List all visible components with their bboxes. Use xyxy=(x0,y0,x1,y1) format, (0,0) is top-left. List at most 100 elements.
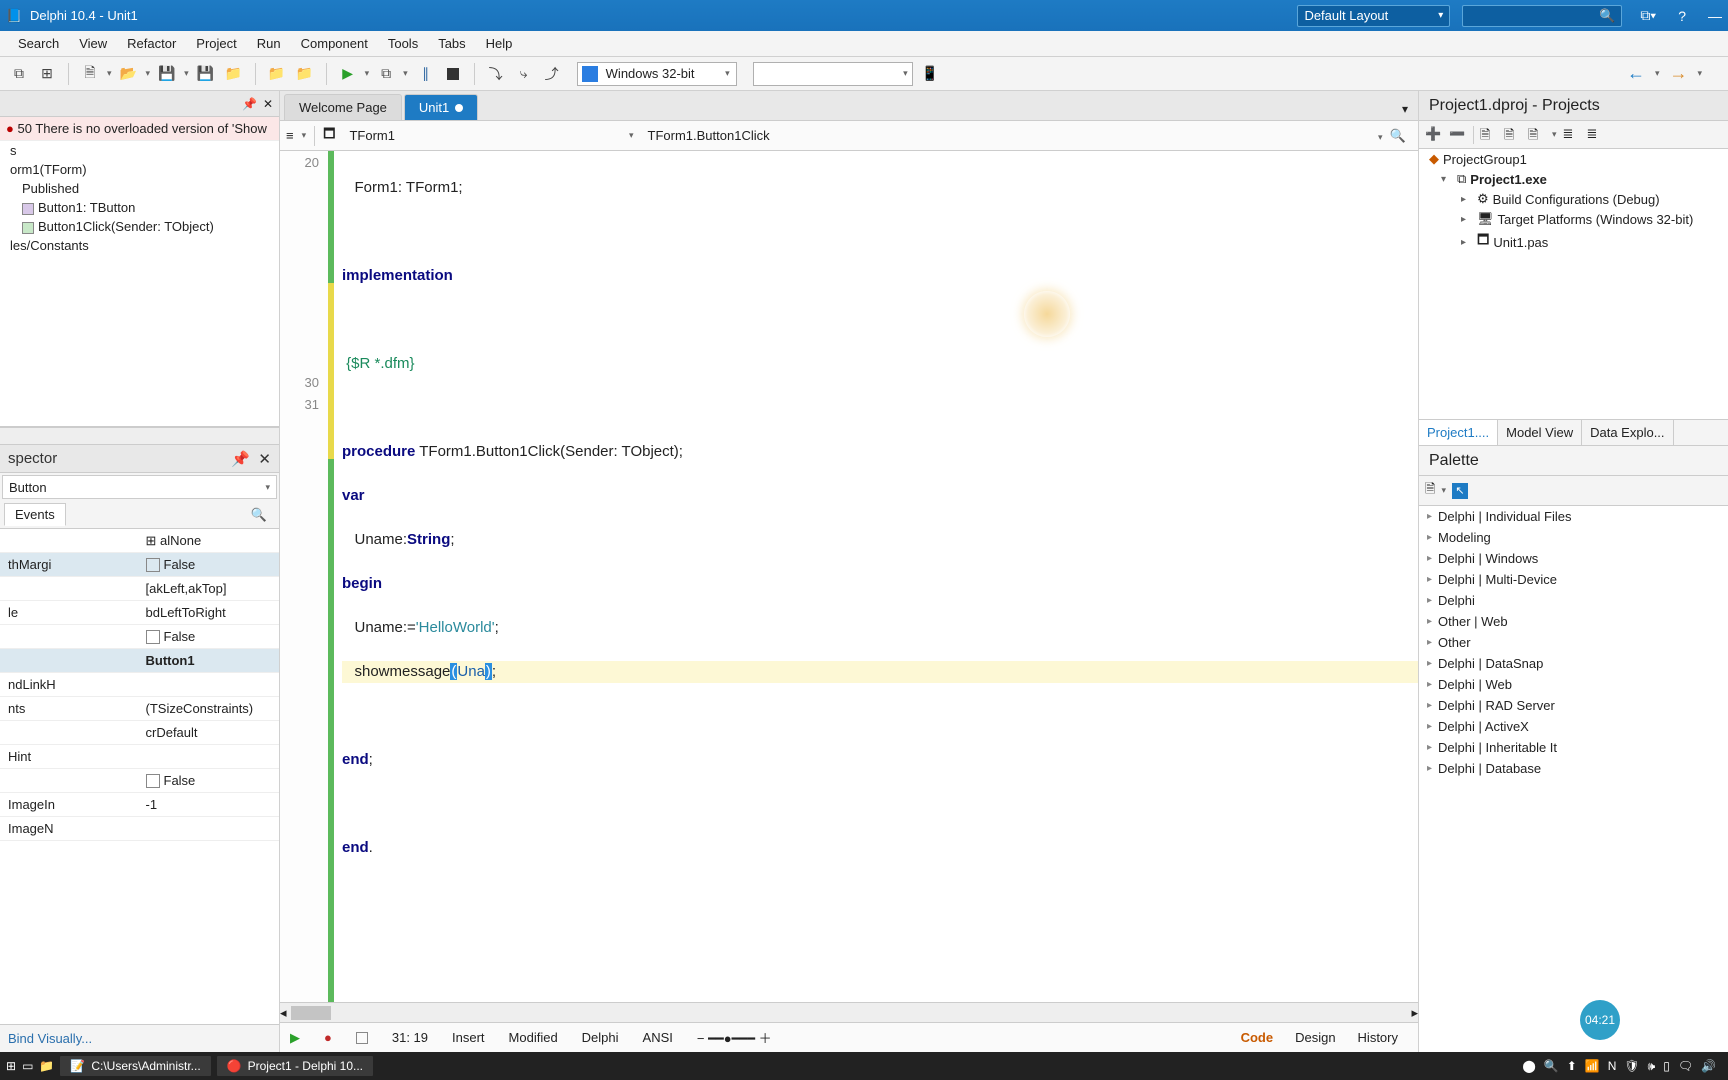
proj-icon[interactable]: 🗎 xyxy=(1504,126,1522,144)
menu-tabs[interactable]: Tabs xyxy=(428,33,475,54)
zoom-control[interactable]: − ━━●━━━ ＋ xyxy=(697,1028,772,1047)
palette-cat[interactable]: ▸Delphi | Web xyxy=(1419,674,1728,695)
file-explorer-icon[interactable]: 📁 xyxy=(39,1059,54,1073)
step-over-icon[interactable]: ⤵ xyxy=(485,63,507,85)
prop-row[interactable]: nts(TSizeConstraints) xyxy=(0,697,279,721)
save-all-icon[interactable]: 💾 xyxy=(195,63,217,85)
platform-selector[interactable]: Windows 32-bit ▾ xyxy=(577,62,737,86)
tray-icon[interactable]: 🕪 xyxy=(1648,1059,1656,1074)
open-project-icon[interactable]: 📁 xyxy=(223,63,245,85)
palette-cat[interactable]: ▸Delphi | RAD Server xyxy=(1419,695,1728,716)
menu-search[interactable]: Search xyxy=(8,33,69,54)
prop-row[interactable]: crDefault xyxy=(0,721,279,745)
nav-forward-icon[interactable]: → xyxy=(1669,63,1687,84)
palette-cat[interactable]: ▸Delphi | Individual Files xyxy=(1419,506,1728,527)
prop-row[interactable]: ⊞ alNone xyxy=(0,529,279,553)
proj-icon[interactable]: ≣ xyxy=(1587,126,1605,144)
editor-scroll-horizontal[interactable]: ◂▸ xyxy=(280,1002,1418,1022)
prop-row[interactable]: False xyxy=(0,625,279,649)
structure-error[interactable]: ● 50 There is no overloaded version of '… xyxy=(0,117,279,141)
toggle-form-icon[interactable]: ⊞ xyxy=(36,63,58,85)
checkbox-icon[interactable] xyxy=(146,630,160,644)
palette-cat[interactable]: ▸Delphi | Windows xyxy=(1419,548,1728,569)
tab-project[interactable]: Project1.... xyxy=(1419,420,1498,445)
stop-button[interactable] xyxy=(442,63,464,85)
minimize-button[interactable]: — xyxy=(1708,8,1722,24)
run-button[interactable]: ▶ xyxy=(337,63,359,85)
palette-cat[interactable]: ▸Other | Web xyxy=(1419,611,1728,632)
open-icon[interactable]: 📂 xyxy=(118,63,140,85)
palette-cat[interactable]: ▸Delphi | Database xyxy=(1419,758,1728,779)
menu-tools[interactable]: Tools xyxy=(378,33,428,54)
tray-icon[interactable]: 🛡 xyxy=(1624,1059,1639,1073)
prop-row[interactable]: ndLinkH xyxy=(0,673,279,697)
tree-build[interactable]: ▸⚙Build Configurations (Debug) xyxy=(1419,189,1728,209)
code-area[interactable]: Form1: TForm1; implementation {$R *.dfm}… xyxy=(334,151,1418,1002)
pin-icon[interactable]: 📌 xyxy=(231,451,250,468)
add-folder-icon[interactable]: 📁 xyxy=(294,63,316,85)
tab-model[interactable]: Model View xyxy=(1498,420,1582,445)
prop-row[interactable]: ImageN xyxy=(0,817,279,841)
inspector-search-icon[interactable]: 🔍 xyxy=(251,507,275,523)
step-into-icon[interactable]: ⤷ xyxy=(513,63,535,85)
menu-view[interactable]: View xyxy=(69,33,117,54)
macro-record-icon[interactable]: ● xyxy=(324,1030,332,1045)
structure-button1[interactable]: Button1: TButton xyxy=(0,198,279,217)
palette-cat[interactable]: ▸Delphi xyxy=(1419,590,1728,611)
device-selector[interactable]: ▾ xyxy=(753,62,913,86)
class-selector[interactable]: TForm1 xyxy=(343,126,401,145)
tab-welcome[interactable]: Welcome Page xyxy=(284,94,402,120)
close-icon[interactable]: ✕ xyxy=(263,97,273,111)
view-unit-icon[interactable]: ⧉ xyxy=(8,63,30,85)
menu-run[interactable]: Run xyxy=(247,33,291,54)
tray-icon[interactable]: ⬤ xyxy=(1522,1059,1535,1073)
search-icon[interactable]: 🔍 xyxy=(1390,128,1406,143)
menu-component[interactable]: Component xyxy=(291,33,378,54)
proj-icon[interactable]: 🗎 xyxy=(1480,126,1498,144)
macro-play-icon[interactable]: ▶ xyxy=(290,1030,300,1046)
bind-visually-link[interactable]: Bind Visually... xyxy=(0,1024,279,1052)
structure-button1click[interactable]: Button1Click(Sender: TObject) xyxy=(0,217,279,236)
prop-row[interactable]: Hint xyxy=(0,745,279,769)
tab-dataexplorer[interactable]: Data Explo... xyxy=(1582,420,1673,445)
palette-filter-icon[interactable]: 🗎 xyxy=(1425,480,1435,502)
macro-stop-icon[interactable] xyxy=(356,1032,368,1044)
tray-icon[interactable]: 🗨 xyxy=(1678,1059,1693,1073)
save-icon[interactable]: 💾 xyxy=(156,63,178,85)
layout-selector[interactable]: Default Layout ▾ xyxy=(1297,5,1450,27)
method-selector[interactable]: TForm1.Button1Click xyxy=(642,126,776,145)
tabs-dropdown-icon[interactable]: ▾ xyxy=(1392,98,1418,120)
palette-cat[interactable]: ▸Delphi | ActiveX xyxy=(1419,716,1728,737)
remove-project-icon[interactable]: ➖ xyxy=(1449,126,1467,144)
menu-refactor[interactable]: Refactor xyxy=(117,33,186,54)
start-button[interactable]: ⊞ xyxy=(6,1059,16,1073)
title-search-box[interactable]: 🔍 xyxy=(1462,5,1622,27)
palette-cat[interactable]: ▸Modeling xyxy=(1419,527,1728,548)
proj-icon[interactable]: ≣ xyxy=(1563,126,1581,144)
tray-icon[interactable]: 🔍 xyxy=(1544,1059,1559,1073)
prop-row[interactable]: False xyxy=(0,769,279,793)
taskbar-sublime[interactable]: 📝C:\Users\Administr... xyxy=(60,1056,210,1076)
desktop-icon[interactable]: ⧉▾ xyxy=(1640,7,1656,24)
structure-scroll-h[interactable] xyxy=(0,427,279,445)
menu-help[interactable]: Help xyxy=(476,33,523,54)
checkbox-icon[interactable] xyxy=(146,774,160,788)
prop-row[interactable]: [akLeft,akTop] xyxy=(0,577,279,601)
prop-row-caption[interactable]: Button1 xyxy=(0,649,279,673)
view-history-tab[interactable]: History xyxy=(1348,1027,1408,1048)
tab-events[interactable]: Events xyxy=(4,503,66,526)
nav-form-icon[interactable]: 🗖 xyxy=(323,125,335,147)
palette-cat[interactable]: ▸Delphi | DataSnap xyxy=(1419,653,1728,674)
folder-icon[interactable]: 📁 xyxy=(266,63,288,85)
view-design-tab[interactable]: Design xyxy=(1285,1027,1345,1048)
tray-icon[interactable]: 🔊 xyxy=(1701,1059,1716,1073)
proj-icon[interactable]: 🗎 xyxy=(1528,126,1546,144)
structure-published[interactable]: Published xyxy=(0,179,279,198)
menu-project[interactable]: Project xyxy=(186,33,246,54)
tray-icon[interactable]: N xyxy=(1608,1059,1617,1073)
step-out-icon[interactable]: ⤴ xyxy=(541,63,563,85)
run-no-debug-icon[interactable]: ⧉ xyxy=(375,63,397,85)
tree-target[interactable]: ▸🖥Target Platforms (Windows 32-bit) xyxy=(1419,209,1728,229)
add-project-icon[interactable]: ➕ xyxy=(1425,126,1443,144)
palette-cat[interactable]: ▸Other xyxy=(1419,632,1728,653)
